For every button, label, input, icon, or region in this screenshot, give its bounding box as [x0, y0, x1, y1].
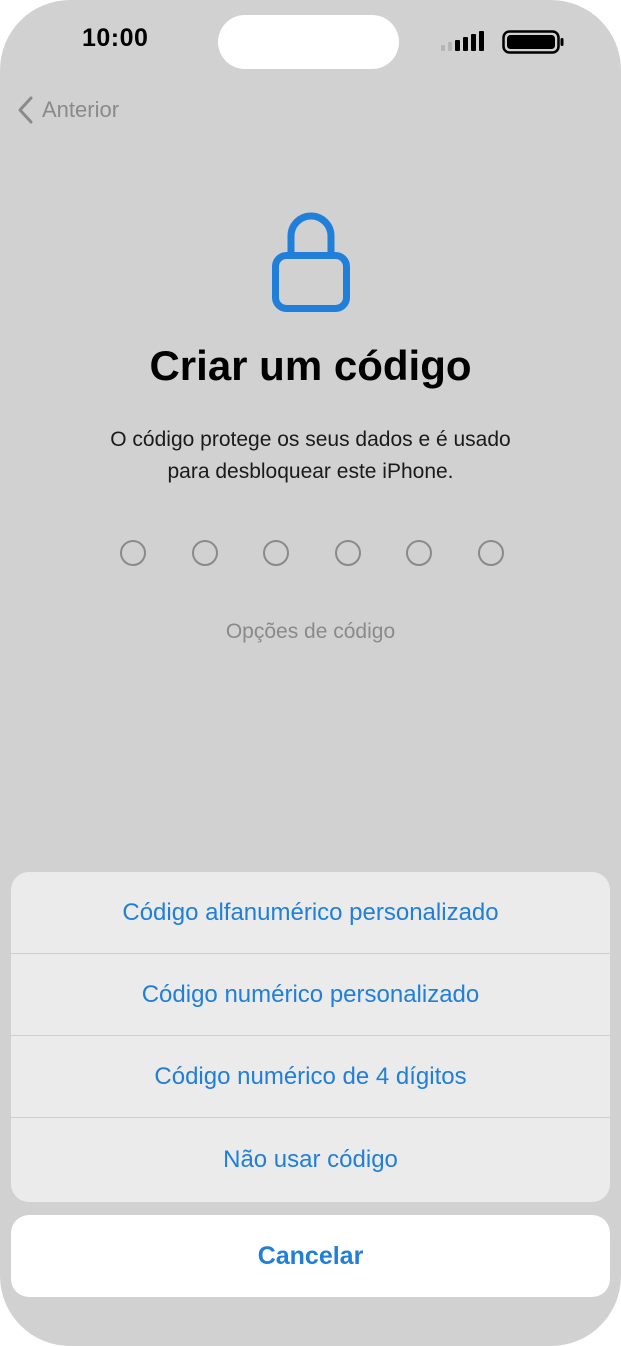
phone-screen: 10:00 Anterior Criar um código O código … [0, 0, 621, 1346]
lock-icon [272, 212, 350, 312]
chevron-left-icon [18, 96, 33, 124]
option-4-digit-numeric[interactable]: Código numérico de 4 dígitos [11, 1036, 610, 1118]
back-label: Anterior [42, 97, 120, 122]
subtitle-line-2: para desbloquear este iPhone. [167, 460, 454, 483]
passcode-dot [334, 540, 361, 566]
option-no-passcode[interactable]: Não usar código [11, 1118, 610, 1202]
passcode-dot [191, 540, 218, 566]
status-time: 10:00 [82, 24, 149, 52]
battery-icon [502, 30, 564, 54]
passcode-dot [477, 540, 504, 566]
passcode-dot [406, 540, 433, 566]
action-sheet: Código alfanumérico personalizado Código… [11, 872, 610, 1202]
page-title: Criar um código [149, 342, 472, 389]
cellular-signal-icon [441, 31, 484, 51]
option-custom-numeric[interactable]: Código numérico personalizado [11, 954, 610, 1036]
page-subtitle: O código protege os seus dados e é usado… [60, 424, 561, 488]
status-bar: 10:00 [0, 0, 621, 90]
passcode-options-link[interactable]: Opções de código [0, 620, 621, 644]
dynamic-island [218, 15, 399, 69]
passcode-dot [263, 540, 290, 566]
passcode-dots [120, 537, 504, 569]
subtitle-line-1: O código protege os seus dados e é usado [110, 428, 511, 451]
cancel-button[interactable]: Cancelar [11, 1215, 610, 1297]
passcode-dot [120, 540, 146, 566]
option-custom-alphanumeric[interactable]: Código alfanumérico personalizado [11, 872, 610, 954]
back-button[interactable]: Anterior [16, 92, 119, 128]
